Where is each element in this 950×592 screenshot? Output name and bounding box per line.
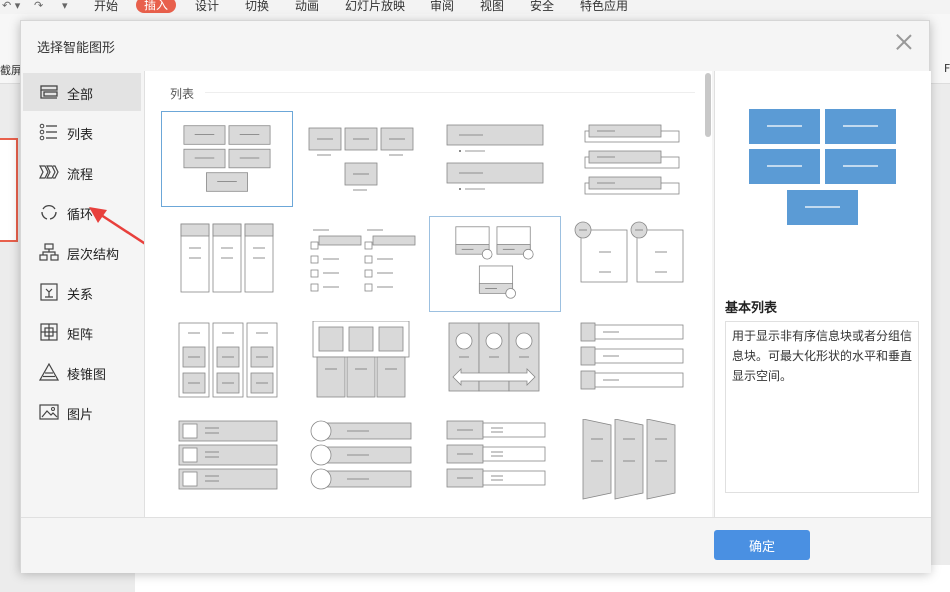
smartart-dialog: 选择智能图形 全部 列表 流程 循环 层次结构 关系 矩阵 棱锥图 图片 列表 … — [20, 20, 931, 573]
ribbon-tab-home[interactable]: 开始 — [94, 0, 118, 14]
pyramid-icon — [39, 363, 59, 381]
ribbon-tab-design[interactable]: 设计 — [195, 0, 219, 14]
sidebar-item-label: 全部 — [67, 88, 94, 103]
smartart-trapezoid-list[interactable] — [429, 321, 561, 417]
ribbon-tab-view[interactable]: 视图 — [480, 0, 504, 14]
smartart-tab-list[interactable] — [429, 419, 561, 515]
all-icon — [40, 85, 58, 99]
section-label: 列表 — [170, 87, 195, 101]
section-divider — [205, 92, 695, 93]
hierarchy-icon — [39, 243, 59, 261]
preview-pane: 基本列表 用于显示非有序信息块或者分组信息块。可最大化形状的水平和垂直显示空间。 — [714, 71, 931, 517]
matrix-icon — [40, 323, 58, 341]
category-sidebar: 全部 列表 流程 循环 层次结构 关系 矩阵 棱锥图 图片 — [21, 71, 144, 517]
smartart-vertical-box-list[interactable] — [161, 321, 293, 417]
smartart-picture-caption-list[interactable] — [429, 216, 561, 312]
quick-access-dropdown-icon[interactable]: ▾ — [62, 0, 68, 12]
sidebar-item-matrix[interactable]: 矩阵 — [23, 313, 141, 351]
sidebar-item-label: 图片 — [67, 408, 94, 423]
dialog-title: 选择智能图形 — [37, 41, 116, 56]
preview-image — [749, 109, 896, 225]
smartart-circle-bullet-list[interactable] — [295, 419, 427, 515]
undo-icon[interactable]: ↶ ▾ — [2, 0, 20, 12]
sidebar-item-label: 棱锥图 — [67, 368, 107, 383]
screenshot-tool-label[interactable]: 截屏 — [0, 62, 22, 78]
smartart-table-list[interactable] — [295, 320, 427, 417]
sidebar-item-label: 矩阵 — [67, 328, 94, 343]
ribbon-tab-features[interactable]: 特色应用 — [580, 0, 628, 14]
smartart-perspective-list[interactable] — [563, 418, 695, 515]
toolbar-right-label[interactable]: F — [944, 62, 950, 75]
smartart-checkbox-list[interactable] — [295, 216, 427, 312]
preview-description: 用于显示非有序信息块或者分组信息块。可最大化形状的水平和垂直显示空间。 — [725, 321, 919, 493]
redo-icon[interactable]: ↷ — [34, 0, 43, 12]
smartart-grouped-list[interactable] — [295, 111, 427, 207]
sidebar-item-list[interactable]: 列表 — [23, 113, 141, 151]
cycle-icon — [41, 205, 57, 220]
ribbon-menu-bar: ↶ ▾ ↷ ▾ 开始 插入 设计 切换 动画 幻灯片放映 审阅 视图 安全 特色… — [0, 0, 950, 14]
sidebar-item-label: 列表 — [67, 128, 94, 143]
preview-title: 基本列表 — [725, 301, 778, 316]
sidebar-item-all[interactable]: 全部 — [23, 73, 141, 111]
smartart-vertical-bullet-list[interactable] — [429, 111, 561, 207]
ribbon-tab-transition[interactable]: 切换 — [245, 0, 269, 14]
list-icon — [39, 123, 57, 141]
gallery-scrollbar[interactable] — [704, 73, 712, 513]
dialog-footer: 确定 — [21, 517, 931, 573]
ribbon-tab-slideshow[interactable]: 幻灯片放映 — [345, 0, 405, 14]
ok-button[interactable]: 确定 — [714, 530, 810, 560]
smartart-checklist[interactable] — [161, 419, 293, 515]
sidebar-item-picture[interactable]: 图片 — [23, 393, 141, 431]
sidebar-item-label: 流程 — [67, 168, 94, 183]
smartart-titled-list[interactable] — [563, 216, 695, 312]
close-icon[interactable] — [895, 33, 913, 51]
sidebar-item-pyramid[interactable]: 棱锥图 — [23, 353, 141, 391]
scrollbar-thumb[interactable] — [705, 73, 711, 137]
slide-thumbnail[interactable] — [0, 138, 18, 242]
ribbon-tab-insert[interactable]: 插入 — [136, 0, 177, 13]
smartart-column-list[interactable] — [161, 216, 293, 312]
smartart-stacked-list[interactable] — [563, 111, 695, 207]
picture-icon — [39, 404, 59, 420]
relationship-icon — [40, 283, 58, 301]
smartart-horizontal-bullet-list[interactable] — [563, 321, 695, 417]
smartart-gallery: 列表 — [144, 71, 712, 517]
ribbon-tab-review[interactable]: 审阅 — [430, 0, 454, 14]
ribbon-tab-animation[interactable]: 动画 — [295, 0, 319, 14]
smartart-basic-list[interactable] — [161, 111, 293, 207]
sidebar-item-process[interactable]: 流程 — [23, 153, 141, 191]
ribbon-tab-security[interactable]: 安全 — [530, 0, 554, 14]
process-icon — [39, 165, 59, 179]
